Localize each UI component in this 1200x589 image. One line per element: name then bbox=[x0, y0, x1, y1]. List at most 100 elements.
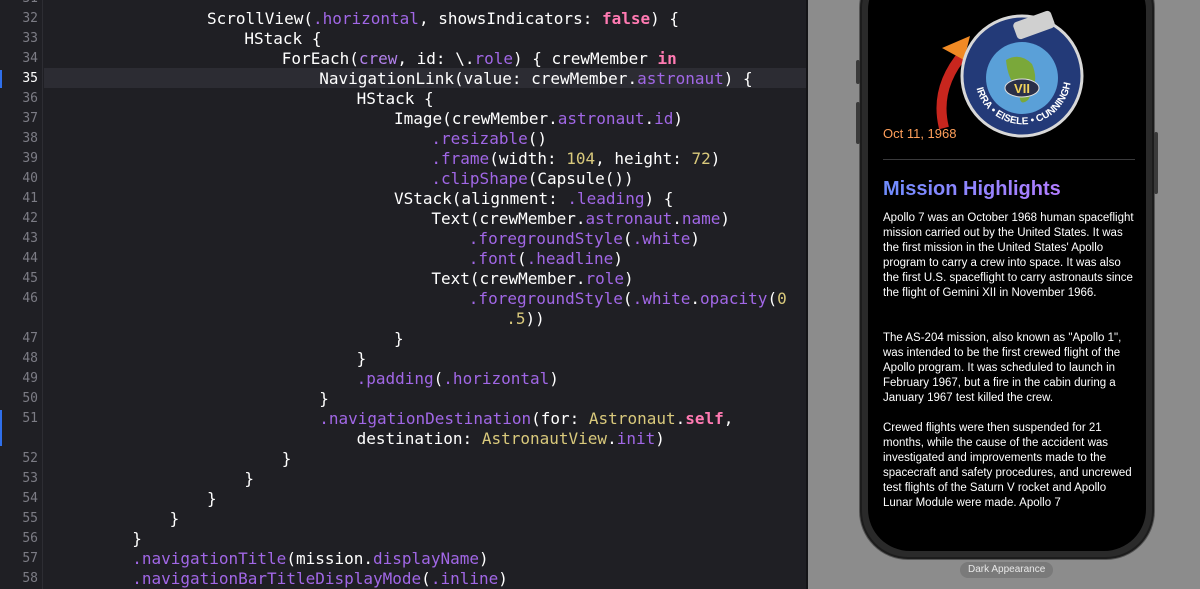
line-number: 32 bbox=[22, 11, 38, 26]
code-token: Text(crewMember. bbox=[431, 269, 586, 288]
code-line[interactable]: .foregroundStyle(.white) bbox=[469, 229, 700, 248]
code-line[interactable]: } bbox=[319, 389, 329, 408]
code-token: VStack(alignment: bbox=[394, 189, 568, 208]
code-token: astronaut bbox=[585, 209, 673, 228]
code-line[interactable]: .5)) bbox=[506, 309, 545, 328]
code-token: ) bbox=[549, 369, 559, 388]
code-line[interactable]: VStack(alignment: .leading) { bbox=[394, 189, 673, 208]
code-token: in bbox=[657, 49, 677, 68]
code-line[interactable]: .navigationTitle(mission.displayName) bbox=[132, 549, 488, 568]
code-line[interactable]: Text(crewMember.astronaut.name) bbox=[431, 209, 730, 228]
code-line[interactable]: .frame(width: 104, height: 72) bbox=[431, 149, 720, 168]
code-line[interactable]: } bbox=[357, 349, 367, 368]
code-token: ) bbox=[673, 109, 684, 128]
code-line[interactable]: } bbox=[282, 449, 292, 468]
code-token: } bbox=[169, 509, 180, 528]
line-number: 41 bbox=[22, 191, 38, 206]
code-token: 104 bbox=[566, 149, 596, 168]
code-token: ) bbox=[710, 149, 721, 168]
code-line[interactable]: .foregroundStyle(.white.opacity(0 bbox=[469, 289, 787, 308]
code-token: role bbox=[585, 269, 625, 288]
code-line[interactable]: } bbox=[132, 529, 142, 548]
code-token: ( bbox=[433, 369, 444, 388]
code-token: , showsIndicators: bbox=[418, 9, 602, 28]
code-token: , id: \. bbox=[397, 49, 475, 68]
section-heading: Mission Highlights bbox=[883, 178, 1061, 200]
code-token: init bbox=[616, 429, 656, 448]
code-token: ( bbox=[622, 229, 633, 248]
code-token: .5 bbox=[506, 309, 526, 328]
canvas-preview: VII SCHIRRA • EISELE • CUNNINGHAM Oct 11… bbox=[808, 0, 1200, 589]
code-token: crew bbox=[358, 49, 398, 68]
code-token: ScrollView( bbox=[207, 9, 313, 28]
code-token: ) bbox=[478, 549, 489, 568]
code-line[interactable]: HStack { bbox=[244, 29, 321, 48]
line-number: 39 bbox=[22, 151, 38, 166]
line-number: 49 bbox=[22, 371, 38, 386]
code-token: ) bbox=[690, 229, 700, 248]
code-line[interactable]: } bbox=[394, 329, 404, 348]
code-line[interactable]: Text(crewMember.role) bbox=[431, 269, 633, 288]
line-number: 37 bbox=[22, 111, 38, 126]
code-line[interactable]: } bbox=[207, 489, 217, 508]
code-token: NavigationLink(value: crewMember. bbox=[319, 69, 638, 88]
line-number-gutter: 31 32 33 34 35 36 37 38 39 40 41 42 43 44 45 46 47 48 49 50… bbox=[0, 0, 43, 589]
code-token: . bbox=[644, 109, 655, 128]
line-number: 42 bbox=[22, 211, 38, 226]
code-token: .frame bbox=[431, 149, 490, 168]
code-line[interactable]: .font(.headline) bbox=[469, 249, 623, 268]
code-line[interactable]: .navigationBarTitleDisplayMode(.inline) bbox=[132, 569, 508, 588]
code-token: (for: bbox=[531, 409, 589, 428]
code-line[interactable]: HStack { bbox=[357, 89, 434, 108]
code-token: , bbox=[723, 409, 734, 428]
mission-date: Oct 11, 1968 bbox=[883, 126, 957, 141]
line-number: 58 bbox=[22, 571, 38, 586]
code-token: } bbox=[281, 449, 292, 468]
code-token: .white bbox=[632, 289, 691, 308]
code-token: } bbox=[394, 329, 404, 348]
code-token: )) bbox=[525, 309, 545, 328]
code-line[interactable]: .clipShape(Capsule()) bbox=[431, 169, 633, 188]
code-token: name bbox=[681, 209, 721, 228]
code-token: 0 bbox=[777, 289, 787, 308]
code-line[interactable]: .navigationDestination(for: Astronaut.se… bbox=[319, 409, 733, 428]
code-token: ) { bbox=[644, 189, 674, 208]
highlight-paragraph-3: Crewed flights were then suspended for 2… bbox=[883, 422, 1132, 509]
code-token: ) { bbox=[723, 69, 753, 88]
code-token: . bbox=[675, 409, 686, 428]
code-line[interactable]: Image(crewMember.astronaut.id) bbox=[394, 109, 683, 128]
code-token: .foregroundStyle bbox=[468, 229, 623, 248]
code-line[interactable]: destination: AstronautView.init) bbox=[357, 429, 665, 448]
code-token: ) bbox=[498, 569, 508, 588]
code-token: ( bbox=[767, 289, 778, 308]
code-token: .horizontal bbox=[312, 9, 419, 28]
code-token: .headline bbox=[526, 249, 614, 268]
code-token: ) { bbox=[650, 9, 680, 28]
dark-appearance-badge[interactable]: Dark Appearance bbox=[960, 562, 1054, 578]
code-token: Astronaut bbox=[588, 409, 676, 428]
code-token: .navigationTitle bbox=[132, 549, 287, 568]
code-token: HStack { bbox=[356, 89, 434, 108]
code-token: self bbox=[685, 409, 724, 428]
code-line[interactable]: } bbox=[244, 469, 254, 488]
code-token: } bbox=[207, 489, 217, 508]
code-token: } bbox=[244, 469, 255, 488]
line-number: 40 bbox=[22, 171, 38, 186]
code-token: ( bbox=[622, 289, 633, 308]
phone-screen[interactable]: VII SCHIRRA • EISELE • CUNNINGHAM Oct 11… bbox=[868, 0, 1146, 551]
code-line[interactable]: NavigationLink(value: crewMember.astrona… bbox=[319, 69, 753, 88]
code-line[interactable]: ScrollView(.horizontal, showsIndicators:… bbox=[207, 9, 679, 28]
line-number: 36 bbox=[22, 91, 38, 106]
code-token: () bbox=[527, 129, 547, 148]
code-line[interactable]: } bbox=[170, 509, 180, 528]
code-token: } bbox=[319, 389, 329, 408]
code-line[interactable]: ForEach(crew, id: \.role) { crewMember i… bbox=[282, 49, 677, 68]
code-editor[interactable]: 31 32 33 34 35 36 37 38 39 40 41 42 43 44 45 46 47 48 49 50… bbox=[0, 0, 806, 589]
code-line[interactable]: .resizable() bbox=[431, 129, 547, 148]
code-token: Text(crewMember. bbox=[431, 209, 586, 228]
code-line[interactable]: .padding(.horizontal) bbox=[357, 369, 559, 388]
code-token: ) bbox=[655, 429, 665, 448]
code-token: .navigationBarTitleDisplayMode bbox=[132, 569, 422, 588]
code-token: ) { crewMember bbox=[512, 49, 658, 68]
line-number: 51 bbox=[22, 411, 38, 426]
